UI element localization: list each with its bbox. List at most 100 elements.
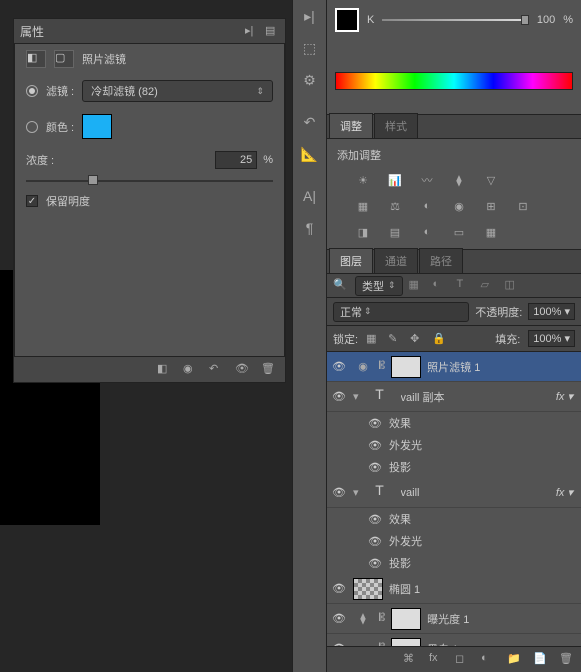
invert-icon[interactable]: ◨: [353, 223, 373, 241]
levels-icon[interactable]: 📊: [385, 171, 405, 189]
visibility-icon[interactable]: 👁: [235, 362, 251, 378]
filter-radio[interactable]: [26, 85, 38, 97]
link-icon: 𝄡: [379, 360, 385, 373]
adjustments-panel: 添加调整 ☀ 📊 〰 ⧫ ▽ ▦ ⚖ ◐ ◉ ⊞ ⊡ ◨ ▤ ◐ ▭ ▦: [327, 139, 581, 250]
foreground-swatch[interactable]: [335, 8, 359, 32]
layer-row[interactable]: 👁 ◉ 𝄡 照片滤镜 1: [327, 352, 581, 382]
pixel-filter-icon[interactable]: ▦: [409, 278, 427, 294]
posterize-icon[interactable]: ▤: [385, 223, 405, 241]
mask-thumbnail[interactable]: [391, 608, 421, 630]
view-previous-icon[interactable]: ◉: [183, 362, 199, 378]
visibility-toggle[interactable]: 👁: [331, 582, 347, 595]
hue-icon[interactable]: ▦: [353, 197, 373, 215]
effect-item[interactable]: 👁外发光: [327, 434, 581, 456]
trash-icon[interactable]: 🗑: [261, 362, 277, 378]
properties-footer: ◧ ◉ ↶ 👁 🗑: [14, 356, 285, 382]
density-unit: %: [263, 154, 273, 166]
lock-paint-icon[interactable]: ✎: [388, 332, 402, 346]
selective-icon[interactable]: ▦: [481, 223, 501, 241]
mask-icon[interactable]: ▢: [54, 50, 74, 68]
photo-filter-icon[interactable]: ◉: [449, 197, 469, 215]
lookup-icon[interactable]: ⊡: [513, 197, 533, 215]
tool-icon-1[interactable]: ▸|: [293, 0, 326, 32]
fx-badge[interactable]: fx ▾: [556, 390, 577, 403]
shape-filter-icon[interactable]: ▱: [481, 278, 499, 294]
mask-icon[interactable]: ◻: [455, 652, 471, 668]
exposure-icon[interactable]: ⧫: [449, 171, 469, 189]
effect-item[interactable]: 👁外发光: [327, 530, 581, 552]
layer-row[interactable]: 👁 椭圆 1: [327, 574, 581, 604]
filter-value: 冷却滤镜 (82): [91, 83, 158, 99]
fx-icon[interactable]: fx: [429, 652, 445, 668]
k-slider[interactable]: [382, 15, 529, 25]
cube-icon[interactable]: ⬚: [293, 32, 326, 64]
brightness-icon[interactable]: ☀: [353, 171, 373, 189]
visibility-toggle[interactable]: 👁: [331, 612, 347, 625]
filter-type-dropdown[interactable]: 类型⇕: [355, 276, 403, 296]
layer-row[interactable]: 👁 ▾ T vaill fx ▾: [327, 478, 581, 508]
layer-row[interactable]: 👁 ⧫ 𝄡 曝光度 1: [327, 604, 581, 634]
history-icon[interactable]: ↶: [293, 106, 326, 138]
fx-badge[interactable]: fx ▾: [556, 486, 577, 499]
color-swatch[interactable]: [82, 114, 112, 139]
ruler-icon[interactable]: 📐: [293, 138, 326, 170]
opacity-input[interactable]: 100% ▾: [528, 303, 575, 320]
filter-dropdown[interactable]: 冷却滤镜 (82) ⇕: [82, 80, 273, 102]
mixer-icon[interactable]: ⊞: [481, 197, 501, 215]
color-spectrum[interactable]: [335, 72, 573, 90]
gradient-map-icon[interactable]: ▭: [449, 223, 469, 241]
mask-thumbnail[interactable]: [391, 356, 421, 378]
chevron-updown-icon: ⇕: [256, 86, 264, 97]
search-icon[interactable]: 🔍: [333, 278, 349, 294]
paragraph-icon[interactable]: ¶: [293, 212, 326, 244]
threshold-icon[interactable]: ◐: [417, 223, 437, 241]
settings-icon[interactable]: ⚙: [293, 64, 326, 96]
link-layers-icon[interactable]: ⌘: [403, 652, 419, 668]
tab-adjustments[interactable]: 调整: [329, 113, 373, 138]
collapse-icon[interactable]: ▸|: [245, 24, 259, 38]
preserve-luminosity-checkbox[interactable]: [26, 195, 38, 207]
trash-icon[interactable]: 🗑: [559, 652, 575, 668]
adjustments-tabs: 调整 样式: [327, 115, 581, 139]
balance-icon[interactable]: ⚖: [385, 197, 405, 215]
character-icon[interactable]: A|: [293, 180, 326, 212]
add-adjustment-title: 添加调整: [337, 150, 381, 162]
layer-row[interactable]: 👁 ▾ T vaill 副本 fx ▾: [327, 382, 581, 412]
lock-all-icon[interactable]: 🔒: [432, 332, 446, 346]
shape-thumbnail[interactable]: [353, 578, 383, 600]
tab-paths[interactable]: 路径: [419, 248, 463, 273]
text-layer-icon: T: [365, 482, 395, 504]
effect-item[interactable]: 👁投影: [327, 552, 581, 574]
lock-pixels-icon[interactable]: ▦: [366, 332, 380, 346]
reset-icon[interactable]: ↶: [209, 362, 225, 378]
visibility-toggle[interactable]: 👁: [331, 390, 347, 403]
blend-mode-dropdown[interactable]: 正常⇕: [333, 302, 469, 322]
effect-item[interactable]: 👁投影: [327, 456, 581, 478]
expand-icon[interactable]: ▾: [353, 390, 359, 403]
density-input[interactable]: [215, 151, 257, 169]
visibility-toggle[interactable]: 👁: [331, 486, 347, 499]
new-layer-icon[interactable]: 📄: [533, 652, 549, 668]
color-radio[interactable]: [26, 121, 38, 133]
adjustment-icon[interactable]: ◧: [26, 50, 46, 68]
bw-icon[interactable]: ◐: [417, 197, 437, 215]
clip-icon[interactable]: ◧: [157, 362, 173, 378]
vibrance-icon[interactable]: ▽: [481, 171, 501, 189]
tab-styles[interactable]: 样式: [374, 113, 418, 138]
density-slider[interactable]: [26, 175, 273, 187]
new-adj-icon[interactable]: ◐: [481, 652, 497, 668]
smart-filter-icon[interactable]: ◫: [505, 278, 523, 294]
curves-icon[interactable]: 〰: [417, 171, 437, 189]
expand-icon[interactable]: ▾: [353, 486, 359, 499]
text-filter-icon[interactable]: T: [457, 278, 475, 294]
properties-header: 属性 ▸| ▤: [14, 19, 285, 44]
fill-input[interactable]: 100% ▾: [528, 330, 575, 347]
visibility-toggle[interactable]: 👁: [331, 360, 347, 373]
adj-filter-icon[interactable]: ◐: [433, 278, 451, 294]
tab-layers[interactable]: 图层: [329, 248, 373, 273]
menu-icon[interactable]: ▤: [265, 24, 279, 38]
tab-channels[interactable]: 通道: [374, 248, 418, 273]
effects-group: 👁效果: [327, 508, 581, 530]
folder-icon[interactable]: 📁: [507, 652, 523, 668]
lock-position-icon[interactable]: ✥: [410, 332, 424, 346]
